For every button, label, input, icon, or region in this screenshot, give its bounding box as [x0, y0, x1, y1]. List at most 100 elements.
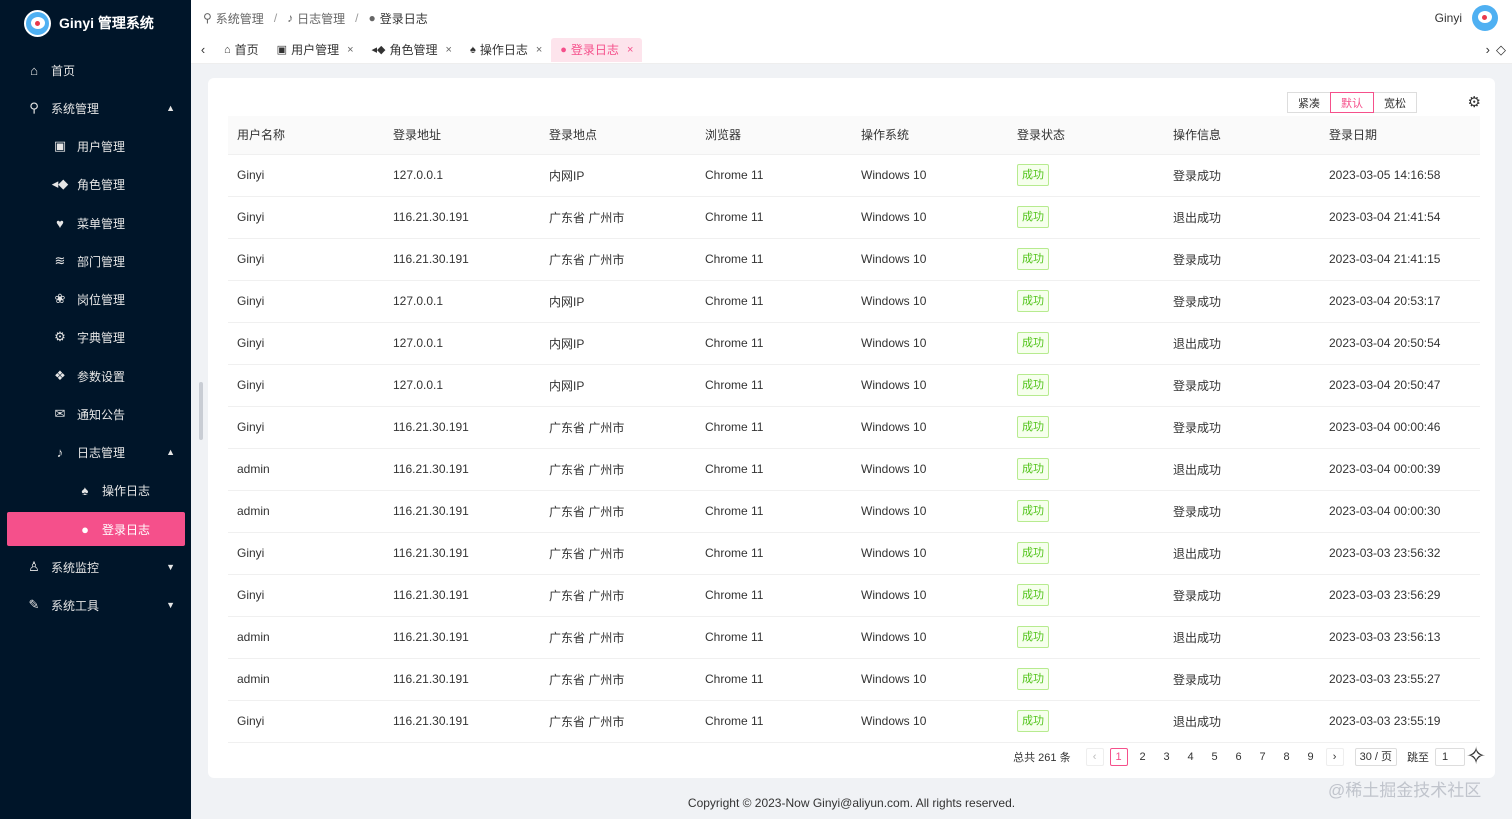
table-row[interactable]: admin 116.21.30.191 广东省 广州市 Chrome 11 Window… — [228, 448, 1480, 491]
breadcrumb-item[interactable]: 系统管理 — [216, 10, 264, 27]
status-badge: 成功 — [1017, 374, 1049, 396]
table-row[interactable]: admin 116.21.30.191 广东省 广州市 Chrome 11 Window… — [228, 616, 1480, 659]
page-number[interactable]: 7 — [1254, 748, 1272, 766]
close-icon[interactable]: × — [347, 44, 353, 56]
next-page-button[interactable]: › — [1325, 748, 1344, 766]
prev-page-button[interactable]: ‹ — [1085, 748, 1104, 766]
column-header[interactable]: 登录地点 — [540, 116, 696, 155]
table-cell: 127.0.0.1 — [384, 280, 540, 323]
jump-input[interactable]: 1 — [1435, 748, 1465, 766]
sidebar-item-system-management[interactable]: ⚲ 系统管理 ▲ — [0, 89, 191, 127]
tab-operation-log[interactable]: ♠ 操作日志 × — [461, 38, 551, 62]
page-number[interactable]: 8 — [1278, 748, 1296, 766]
home-icon: ⌂ — [30, 62, 38, 78]
table-row[interactable]: admin 116.21.30.191 广东省 广州市 Chrome 11 Window… — [228, 490, 1480, 533]
user-menu[interactable]: Ginyi — [1435, 5, 1498, 31]
sidebar-item-label: 部门管理 — [77, 254, 126, 269]
column-header[interactable]: 登录地址 — [384, 116, 540, 155]
table-cell: 2023-03-04 20:50:47 — [1320, 364, 1480, 407]
page-number[interactable]: 6 — [1230, 748, 1248, 766]
gear-icon[interactable]: ⚙ — [1468, 93, 1481, 111]
sparkle-icon[interactable]: ✧ — [1466, 742, 1486, 771]
tab-home[interactable]: ⌂ 首页 — [215, 38, 268, 62]
column-header[interactable]: 浏览器 — [696, 116, 852, 155]
close-icon[interactable]: × — [627, 44, 633, 56]
sidebar-item-notices[interactable]: ✉ 通知公告 — [0, 395, 191, 433]
sidebar-item-users[interactable]: ▣ 用户管理 — [0, 127, 191, 165]
table-row[interactable]: Ginyi 116.21.30.191 广东省 广州市 Chrome 11 Window… — [228, 196, 1480, 239]
table-cell: Windows 10 — [852, 280, 1008, 323]
table-cell: 内网IP — [540, 154, 696, 197]
chevron-left-icon[interactable]: ‹ — [191, 42, 215, 57]
more-icon[interactable]: ◇ — [1496, 42, 1506, 58]
sidebar-scrollbar[interactable] — [199, 382, 203, 440]
column-header[interactable]: 操作系统 — [852, 116, 1008, 155]
table-row[interactable]: Ginyi 127.0.0.1 内网IP Chrome 11 Windows 10 成功 登… — [228, 364, 1480, 407]
table-header-row: 用户名称 登录地址 登录地点 浏览器 操作系统 登录状态 操作信息 登录日期 — [228, 116, 1480, 155]
sidebar-item-menus[interactable]: ♥ 菜单管理 — [0, 204, 191, 242]
table-row[interactable]: Ginyi 127.0.0.1 内网IP Chrome 11 Windows 10 成功 登… — [228, 280, 1480, 323]
page-number[interactable]: 2 — [1134, 748, 1152, 766]
table-row[interactable]: Ginyi 116.21.30.191 广东省 广州市 Chrome 11 Window… — [228, 532, 1480, 575]
table-cell: 116.21.30.191 — [384, 238, 540, 281]
tab-label: 首页 — [234, 43, 259, 57]
sidebar-item-label: 参数设置 — [77, 369, 126, 384]
tab-label: 登录日志 — [570, 43, 619, 57]
status-badge: 成功 — [1017, 668, 1049, 690]
column-header[interactable]: 用户名称 — [228, 116, 384, 155]
sidebar-item-tools[interactable]: ✎ 系统工具 ▼ — [0, 586, 191, 624]
table-cell: Chrome 11 — [696, 448, 852, 491]
planet-icon: ● — [81, 521, 89, 537]
breadcrumb-current: 登录日志 — [379, 11, 428, 26]
page-size-select[interactable]: 30 / 页 — [1354, 748, 1397, 766]
page-number[interactable]: 4 — [1182, 748, 1200, 766]
column-header[interactable]: 登录日期 — [1320, 116, 1480, 155]
density-default-button[interactable]: 默认 — [1330, 92, 1374, 113]
table-row[interactable]: Ginyi 116.21.30.191 广东省 广州市 Chrome 11 Window… — [228, 238, 1480, 281]
page-number[interactable]: 9 — [1302, 748, 1320, 766]
sidebar-item-departments[interactable]: ≋ 部门管理 — [0, 242, 191, 280]
tab-label: 用户管理 — [291, 43, 340, 57]
bell-icon: ♠ — [81, 482, 89, 498]
density-compact-button[interactable]: 紧凑 — [1287, 92, 1331, 113]
caret-up-icon: ▲ — [166, 447, 175, 457]
table-cell: Windows 10 — [852, 154, 1008, 197]
sidebar-item-parameters[interactable]: ❖ 参数设置 — [0, 357, 191, 395]
avatar[interactable] — [1472, 5, 1498, 31]
table-cell: admin — [228, 616, 384, 659]
sidebar-item-home[interactable]: ⌂ 首页 — [0, 51, 191, 89]
sidebar-item-dictionary[interactable]: ⚙ 字典管理 — [0, 318, 191, 356]
table-row[interactable]: Ginyi 116.21.30.191 广东省 广州市 Chrome 11 Window… — [228, 406, 1480, 449]
table-row[interactable]: Ginyi 127.0.0.1 内网IP Chrome 11 Windows 10 成功 退… — [228, 322, 1480, 365]
page-number[interactable]: 5 — [1206, 748, 1224, 766]
tab-login-log[interactable]: ● 登录日志 × — [551, 37, 643, 62]
table-cell: 成功 — [1008, 658, 1164, 701]
table-cell: 成功 — [1008, 322, 1164, 365]
table-row[interactable]: Ginyi 127.0.0.1 内网IP Chrome 11 Windows 10 成功 登… — [228, 154, 1480, 197]
sidebar-item-monitoring[interactable]: ♙ 系统监控 ▼ — [0, 548, 191, 586]
tab-users[interactable]: ▣ 用户管理 × — [268, 38, 363, 62]
sidebar-item-posts[interactable]: ❀ 岗位管理 — [0, 280, 191, 318]
table-cell: 退出成功 — [1164, 448, 1320, 491]
app-logo[interactable]: Ginyi 管理系统 — [0, 0, 191, 46]
tab-roles[interactable]: ◂◆ 角色管理 × — [363, 38, 461, 62]
table-row[interactable]: admin 116.21.30.191 广东省 广州市 Chrome 11 Window… — [228, 658, 1480, 701]
page-number[interactable]: 3 — [1158, 748, 1176, 766]
caret-down-icon: ▼ — [166, 600, 175, 610]
sidebar-item-logs[interactable]: ♪ 日志管理 ▲ — [0, 433, 191, 471]
column-header[interactable]: 操作信息 — [1164, 116, 1320, 155]
sidebar-item-operation-log[interactable]: ♠ 操作日志 — [0, 471, 191, 509]
table-cell: 116.21.30.191 — [384, 490, 540, 533]
table-row[interactable]: Ginyi 116.21.30.191 广东省 广州市 Chrome 11 Window… — [228, 574, 1480, 617]
table-row[interactable]: Ginyi 116.21.30.191 广东省 广州市 Chrome 11 Window… — [228, 700, 1480, 743]
close-icon[interactable]: × — [446, 44, 452, 56]
chevron-right-icon[interactable]: › — [1486, 42, 1490, 58]
sidebar-item-roles[interactable]: ◂◆ 角色管理 — [0, 165, 191, 203]
page-number[interactable]: 1 — [1109, 748, 1128, 766]
close-icon[interactable]: × — [536, 44, 542, 56]
breadcrumb-item[interactable]: 日志管理 — [297, 10, 345, 27]
column-header[interactable]: 登录状态 — [1008, 116, 1164, 155]
density-loose-button[interactable]: 宽松 — [1373, 92, 1417, 113]
home-icon: ⌂ — [224, 43, 231, 56]
sidebar-item-login-log[interactable]: ● 登录日志 — [7, 512, 185, 546]
